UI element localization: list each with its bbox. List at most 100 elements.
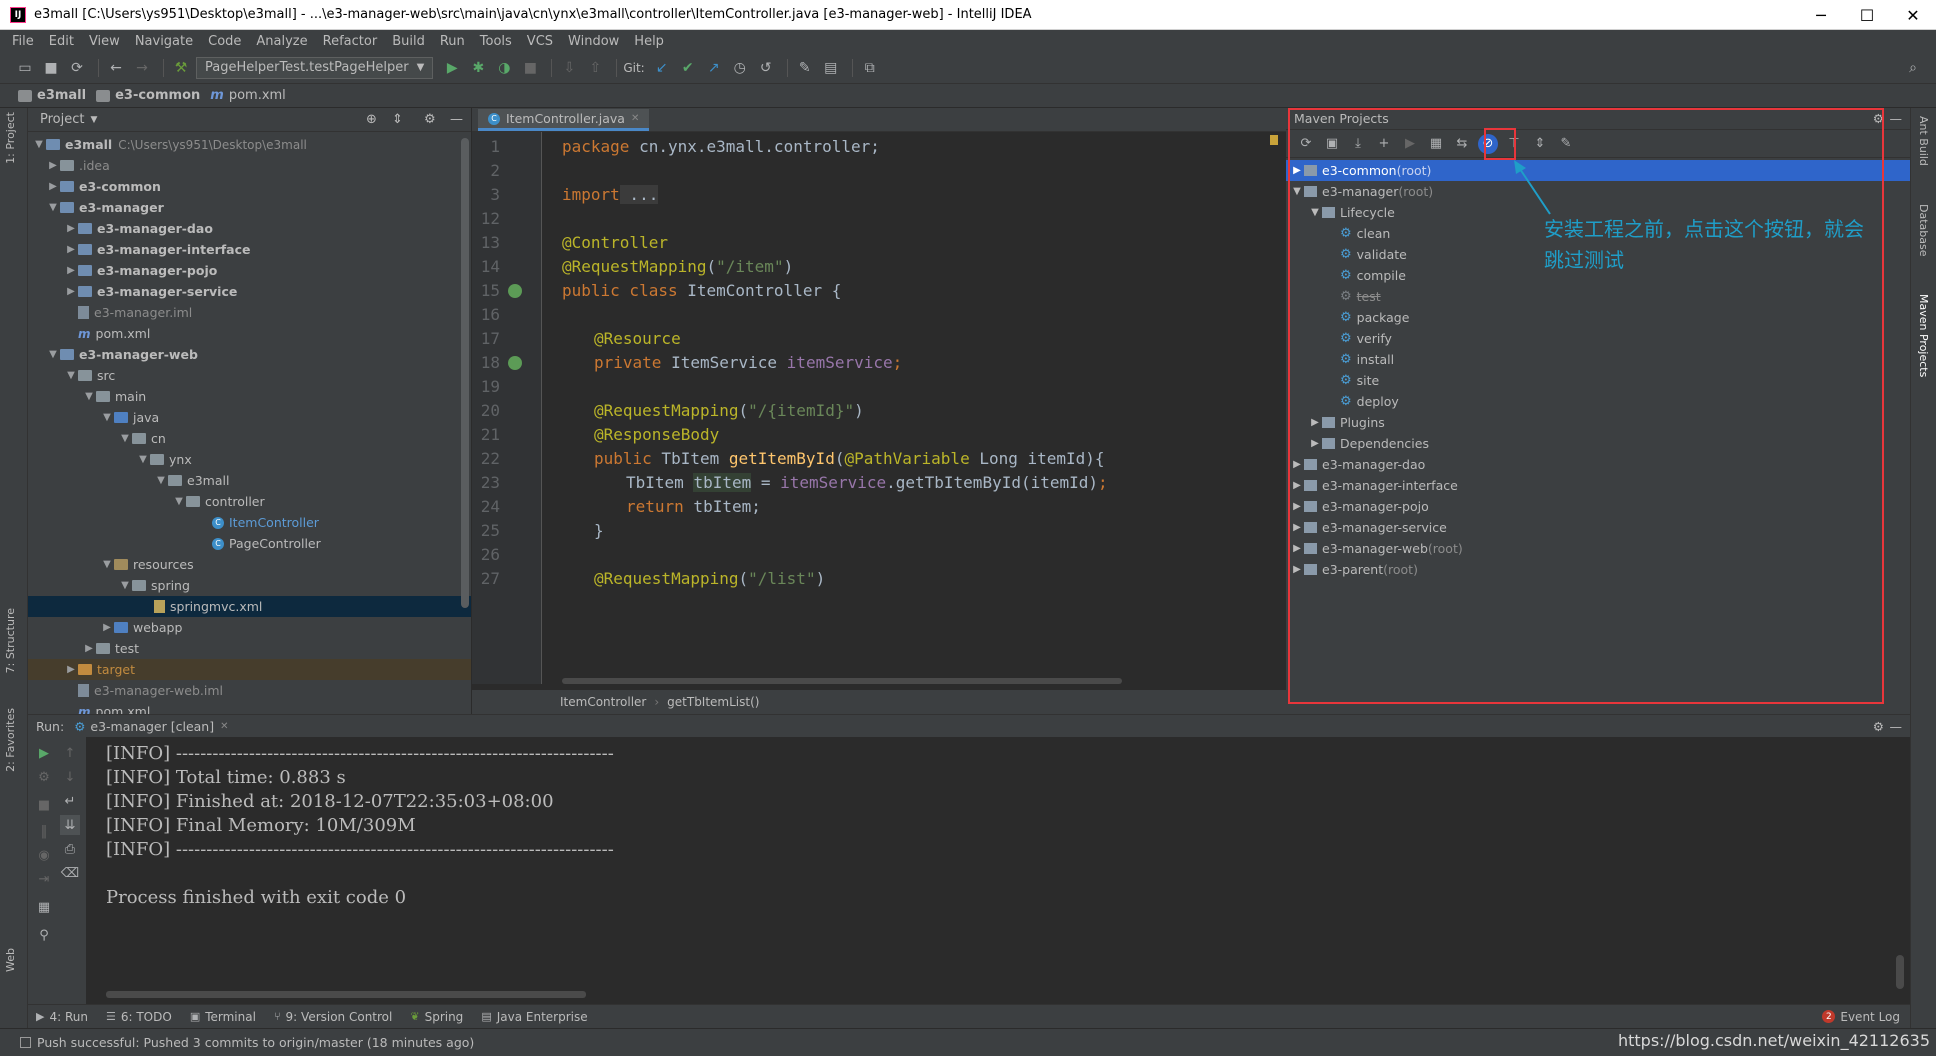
gear-icon[interactable]: ⚙ bbox=[1873, 719, 1884, 734]
layout-icon[interactable]: ▦ bbox=[34, 897, 54, 917]
code-area[interactable]: package cn.ynx.e3mall.controller; import… bbox=[562, 132, 1282, 684]
tree-item-e3-common[interactable]: ▶ e3-common bbox=[28, 176, 471, 197]
nav-crumb-pom[interactable]: m pom.xml bbox=[210, 88, 286, 103]
open-folder-icon[interactable]: ▭ bbox=[14, 57, 36, 79]
close-tab-icon[interactable]: ✕ bbox=[220, 721, 228, 732]
print-icon[interactable]: ⎙ bbox=[60, 839, 80, 859]
project-tool-tab[interactable]: 1: Project bbox=[4, 112, 17, 164]
expand-arrow-icon[interactable]: ▼ bbox=[82, 391, 96, 402]
menu-edit[interactable]: Edit bbox=[49, 34, 74, 49]
tree-item-e3-manager-iml[interactable]: e3-manager.iml bbox=[28, 302, 471, 323]
tree-item-e3mall[interactable]: ▼ e3mall C:\Users\ys951\Desktop\e3mall bbox=[28, 134, 471, 155]
expand-arrow-icon[interactable]: ▼ bbox=[118, 580, 132, 591]
tree-item-itemcontroller[interactable]: C ItemController bbox=[28, 512, 471, 533]
expand-arrow-icon[interactable]: ▼ bbox=[32, 139, 46, 150]
debug-bug-icon[interactable]: ✱ bbox=[467, 57, 489, 79]
menu-refactor[interactable]: Refactor bbox=[323, 34, 378, 49]
nav-crumb-e3-common[interactable]: e3-common bbox=[96, 88, 200, 103]
tree-item-pagecontroller[interactable]: C PageController bbox=[28, 533, 471, 554]
tool-tab-terminal[interactable]: ▣ Terminal bbox=[190, 1010, 256, 1024]
clear-all-trash-icon[interactable]: ⌫ bbox=[60, 863, 80, 883]
tree-item-ynx[interactable]: ▼ ynx bbox=[28, 449, 471, 470]
menu-build[interactable]: Build bbox=[392, 34, 425, 49]
expand-arrow-icon[interactable]: ▼ bbox=[118, 433, 132, 444]
tree-item-controller[interactable]: ▼ controller bbox=[28, 491, 471, 512]
expand-arrow-icon[interactable]: ▼ bbox=[172, 496, 186, 507]
exit-icon[interactable]: ⇥ bbox=[34, 869, 54, 889]
expand-arrow-icon[interactable]: ▶ bbox=[64, 286, 78, 297]
expand-arrow-icon[interactable]: ▶ bbox=[64, 223, 78, 234]
stop-icon[interactable]: ■ bbox=[34, 795, 54, 815]
expand-arrow-icon[interactable]: ▼ bbox=[46, 202, 60, 213]
expand-arrow-icon[interactable]: ▶ bbox=[64, 664, 78, 675]
tree-item-main[interactable]: ▼ main bbox=[28, 386, 471, 407]
status-message[interactable]: Push successful: Pushed 3 commits to ori… bbox=[37, 1035, 474, 1050]
hide-panel-icon[interactable]: — bbox=[450, 112, 463, 127]
expand-arrow-icon[interactable]: ▶ bbox=[46, 181, 60, 192]
tool-tab-java-enterprise[interactable]: ▤ Java Enterprise bbox=[481, 1010, 587, 1024]
menu-window[interactable]: Window bbox=[568, 34, 619, 49]
project-view-label[interactable]: Project bbox=[40, 112, 84, 127]
search-everywhere-icon[interactable]: ⌕ bbox=[1902, 57, 1924, 79]
web-tool-tab[interactable]: Web bbox=[4, 948, 17, 972]
spring-bean-gutter-icon[interactable] bbox=[508, 284, 522, 298]
structure-tool-tab[interactable]: 7: Structure bbox=[4, 608, 17, 673]
coverage-icon[interactable]: ◑ bbox=[493, 57, 515, 79]
menu-navigate[interactable]: Navigate bbox=[135, 34, 193, 49]
tree-item-idea[interactable]: ▶ .idea bbox=[28, 155, 471, 176]
project-scrollbar[interactable] bbox=[461, 138, 469, 608]
pin-icon[interactable]: ⚲ bbox=[34, 925, 54, 945]
tree-item-e3mall-package[interactable]: ▼ e3mall bbox=[28, 470, 471, 491]
vcs-update-icon[interactable]: ⇩ bbox=[558, 57, 580, 79]
menu-tools[interactable]: Tools bbox=[480, 34, 512, 49]
forward-arrow-icon[interactable]: → bbox=[131, 57, 153, 79]
close-button[interactable]: ✕ bbox=[1890, 0, 1936, 30]
tree-item-cn[interactable]: ▼ cn bbox=[28, 428, 471, 449]
vcs-push-icon[interactable]: ⇧ bbox=[584, 57, 606, 79]
tree-item-resources[interactable]: ▼ resources bbox=[28, 554, 471, 575]
locate-icon[interactable]: ⊕ bbox=[366, 112, 377, 127]
folded-imports[interactable]: ... bbox=[619, 185, 659, 204]
dump-threads-icon[interactable]: ◉ bbox=[34, 845, 54, 865]
build-hammer-icon[interactable]: ⚒ bbox=[170, 57, 192, 79]
tree-item-test[interactable]: ▶ test bbox=[28, 638, 471, 659]
tree-item-java[interactable]: ▼ java bbox=[28, 407, 471, 428]
expand-arrow-icon[interactable]: ▶ bbox=[46, 160, 60, 171]
tool-tab-run[interactable]: ▶ 4: Run bbox=[36, 1010, 88, 1024]
spring-autowire-gutter-icon[interactable] bbox=[508, 356, 522, 370]
history-clock-icon[interactable]: ◷ bbox=[729, 57, 751, 79]
tree-item-spring[interactable]: ▼ spring bbox=[28, 575, 471, 596]
tree-item-webapp[interactable]: ▶ webapp bbox=[28, 617, 471, 638]
menu-analyze[interactable]: Analyze bbox=[256, 34, 307, 49]
tool-tab-version-control[interactable]: ⑂ 9: Version Control bbox=[274, 1010, 392, 1024]
expand-arrow-icon[interactable]: ▶ bbox=[82, 643, 96, 654]
menu-code[interactable]: Code bbox=[208, 34, 241, 49]
tree-item-e3-manager[interactable]: ▼ e3-manager bbox=[28, 197, 471, 218]
console-horizontal-scrollbar[interactable] bbox=[106, 991, 586, 998]
tree-item-springmvc-xml[interactable]: springmvc.xml bbox=[28, 596, 471, 617]
save-all-icon[interactable]: ■ bbox=[40, 57, 62, 79]
hide-panel-icon[interactable]: — bbox=[1890, 111, 1903, 126]
collapse-all-icon[interactable]: ⇕ bbox=[392, 112, 403, 127]
expand-arrow-icon[interactable]: ▼ bbox=[100, 412, 114, 423]
menu-file[interactable]: File bbox=[12, 34, 34, 49]
git-update-icon[interactable]: ↙ bbox=[651, 57, 673, 79]
expand-arrow-icon[interactable]: ▶ bbox=[100, 622, 114, 633]
settings-wrench-icon[interactable]: ✎ bbox=[794, 57, 816, 79]
tree-item-web-iml[interactable]: e3-manager-web.iml bbox=[28, 680, 471, 701]
stop-icon[interactable]: ■ bbox=[519, 57, 541, 79]
project-structure-icon[interactable]: ▤ bbox=[820, 57, 842, 79]
expand-arrow-icon[interactable]: ▼ bbox=[100, 559, 114, 570]
gear-icon[interactable]: ⚙ bbox=[424, 112, 436, 127]
back-arrow-icon[interactable]: ← bbox=[105, 57, 127, 79]
tool-tab-spring[interactable]: ❦ Spring bbox=[410, 1010, 463, 1024]
tree-item-target[interactable]: ▶ target bbox=[28, 659, 471, 680]
git-commit-check-icon[interactable]: ✔ bbox=[677, 57, 699, 79]
expand-arrow-icon[interactable]: ▼ bbox=[154, 475, 168, 486]
chevron-down-icon[interactable]: ▼ bbox=[90, 115, 97, 125]
tree-item-e3-manager-interface[interactable]: ▶ e3-manager-interface bbox=[28, 239, 471, 260]
scroll-to-end-icon[interactable]: ⇊ bbox=[60, 815, 80, 835]
expand-arrow-icon[interactable]: ▼ bbox=[64, 370, 78, 381]
run-configuration-select[interactable]: PageHelperTest.testPageHelper ▼ bbox=[196, 56, 434, 79]
sync-icon[interactable]: ⟳ bbox=[66, 57, 88, 79]
